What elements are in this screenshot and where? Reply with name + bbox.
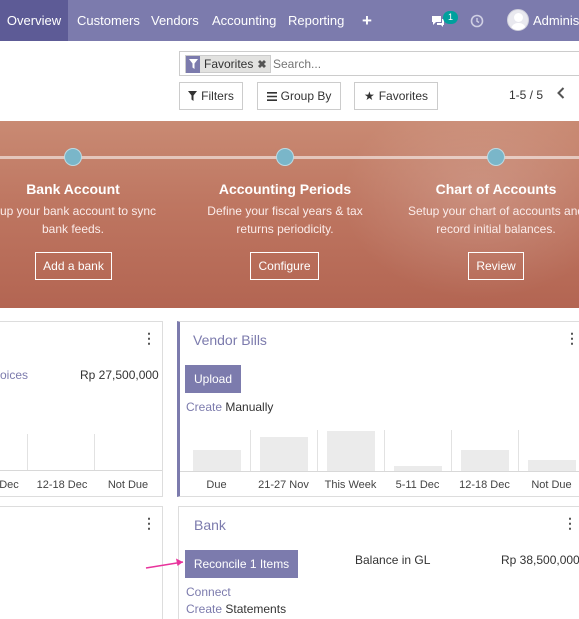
invoices-link[interactable]: oices <box>0 368 28 382</box>
graph-label: Not Due <box>107 479 149 491</box>
pager-value[interactable]: 1-5 / 5 <box>509 88 543 102</box>
graph-divider <box>384 430 385 471</box>
graph-bar[interactable] <box>192 450 241 471</box>
graph-label: This Week <box>324 479 377 491</box>
graph-label: Due <box>206 479 227 491</box>
favorites-button[interactable]: ★ Favorites <box>354 82 438 110</box>
filter-icon <box>188 91 198 101</box>
card-title[interactable]: Bank <box>194 517 226 533</box>
step-title: Accounting Periods <box>218 181 352 197</box>
card-menu-icon[interactable]: ⋮ <box>142 516 156 530</box>
graph-bar[interactable] <box>527 460 576 471</box>
graph-divider <box>250 430 251 471</box>
group-by-button[interactable]: Group By <box>257 82 341 110</box>
chat-badge: 1 <box>443 11 458 24</box>
vendor-bills-card: Vendor Bills ⋮ Upload Create Manually Du… <box>177 321 579 497</box>
graph-bar[interactable] <box>326 431 375 471</box>
user-name[interactable]: Administ <box>533 0 579 41</box>
favorites-label: Favorites <box>378 89 429 103</box>
step-description: Setup your chart of accounts and record … <box>407 204 579 236</box>
graph-divider <box>451 430 452 471</box>
step-dot-periods <box>276 148 294 166</box>
step-dot-accounts <box>487 148 505 166</box>
filter-icon <box>186 55 200 73</box>
step-dot-bank <box>64 148 82 166</box>
create-link[interactable]: Create <box>186 602 222 616</box>
avatar[interactable] <box>507 9 529 31</box>
lower-left-card: ⋮ <box>0 506 163 619</box>
nav-customers[interactable]: Customers <box>77 0 140 41</box>
configure-button[interactable]: Configure <box>250 252 319 280</box>
nav-reporting[interactable]: Reporting <box>288 0 344 41</box>
step-description: Define your fiscal years & tax returns p… <box>207 204 363 236</box>
star-icon: ★ <box>363 89 375 103</box>
review-button[interactable]: Review <box>468 252 524 280</box>
customer-invoices-card: ⋮ oices Rp 27,500,000 Dec 12-18 Dec Not … <box>0 321 163 497</box>
graph-divider <box>27 434 28 470</box>
step-title: Bank Account <box>26 181 120 197</box>
vendor-bills-graph: Due 21-27 Nov This Week 5-11 Dec 12-18 Dec No… <box>180 322 579 496</box>
clock-icon[interactable] <box>470 0 484 41</box>
graph-divider <box>518 430 519 471</box>
chevron-left-icon[interactable] <box>557 86 565 102</box>
balance-value: Rp 38,500,000 <box>501 553 579 567</box>
connect-link[interactable]: Connect <box>186 585 231 599</box>
balance-label: Balance in GL <box>355 553 431 567</box>
annotation-arrow <box>145 558 184 569</box>
search-facet-favorites: Favorites ✖ <box>185 55 271 73</box>
graph-bar[interactable] <box>460 450 509 471</box>
add-bank-button[interactable]: Add a bank <box>35 252 112 280</box>
facet-label: Favorites <box>204 57 254 71</box>
nav-overview[interactable]: Overview <box>0 0 68 41</box>
reconcile-button[interactable]: Reconcile 1 Items <box>185 550 298 578</box>
graph-bar[interactable] <box>259 437 308 471</box>
filters-label: Filters <box>201 89 234 103</box>
filters-button[interactable]: Filters <box>179 82 243 110</box>
list-icon <box>266 91 277 101</box>
search-box[interactable]: Favorites ✖ <box>179 51 579 76</box>
graph-divider <box>94 434 95 470</box>
step-bank-account: Bank Account etup your bank account to s… <box>0 181 173 238</box>
onboarding-banner: Bank Account etup your bank account to s… <box>0 121 579 308</box>
plus-icon[interactable]: + <box>362 0 372 41</box>
bank-card: Bank ⋮ Reconcile 1 Items Balance in GL R… <box>178 506 579 619</box>
invoices-amount: Rp 27,500,000 <box>80 368 159 382</box>
facet-remove-icon[interactable]: ✖ <box>257 58 269 71</box>
nav-vendors[interactable]: Vendors <box>151 0 199 41</box>
graph-label: Dec <box>0 479 19 491</box>
nav-accounting[interactable]: Accounting <box>212 0 276 41</box>
graph-label: 21-27 Nov <box>258 479 309 491</box>
graph-divider <box>317 430 318 471</box>
step-description: etup your bank account to sync bank feed… <box>0 204 157 236</box>
create-statements: Create Statements <box>186 602 287 616</box>
top-navbar: Overview Customers Vendors Accounting Re… <box>0 0 579 41</box>
graph-label: 5-11 Dec <box>395 479 440 491</box>
card-menu-icon[interactable]: ⋮ <box>142 331 156 345</box>
graph-label: 12-18 Dec <box>36 479 88 491</box>
graph-baseline <box>0 470 162 471</box>
graph-baseline <box>180 471 579 472</box>
graph-label: Not Due <box>531 479 572 491</box>
step-chart-of-accounts: Chart of Accounts Setup your chart of ac… <box>396 181 579 238</box>
step-title: Chart of Accounts <box>435 181 557 197</box>
step-accounting-periods: Accounting Periods Define your fiscal ye… <box>185 181 385 238</box>
group-by-label: Group By <box>280 89 332 103</box>
card-menu-icon[interactable]: ⋮ <box>563 516 577 530</box>
graph-label: 12-18 Dec <box>459 479 510 491</box>
search-input[interactable] <box>273 56 573 72</box>
